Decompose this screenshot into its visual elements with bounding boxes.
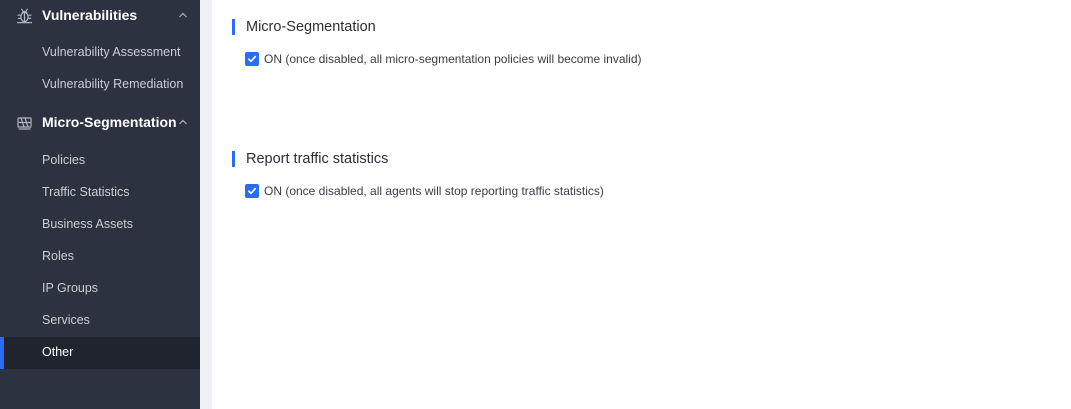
checkbox-label: ON (once disabled, all micro-segmentatio… [264, 52, 642, 66]
sidebar-item-label: Other [42, 345, 74, 359]
checkbox-checked[interactable] [245, 184, 259, 198]
sidebar-item-roles[interactable]: Roles [0, 241, 200, 273]
sidebar-group-label: Micro-Segmentation [42, 114, 177, 130]
sidebar-item-traffic-statistics[interactable]: Traffic Statistics [0, 177, 200, 209]
check-icon [248, 187, 257, 195]
section-title: Report traffic statistics [232, 151, 388, 167]
sidebar-item-label: Business Assets [42, 217, 134, 231]
checkbox-checked[interactable] [245, 52, 259, 66]
chevron-up-icon[interactable] [177, 116, 189, 128]
sidebar-item-label: Policies [42, 153, 86, 167]
app-window: Vulnerabilities Vulnerability Assessment… [0, 0, 1071, 409]
active-indicator [0, 337, 4, 369]
sidebar: Vulnerabilities Vulnerability Assessment… [0, 0, 200, 409]
segmentation-icon [17, 117, 32, 130]
sidebar-item-policies[interactable]: Policies [0, 145, 200, 177]
sidebar-item-label: Traffic Statistics [42, 185, 130, 199]
sidebar-item-vulnerability-remediation[interactable]: Vulnerability Remediation [0, 69, 200, 101]
sidebar-item-label: Vulnerability Remediation [42, 77, 184, 91]
checkbox-label: ON (once disabled, all agents will stop … [264, 184, 604, 198]
report-traffic-statistics-toggle[interactable]: ON (once disabled, all agents will stop … [245, 183, 604, 199]
check-icon [248, 55, 257, 63]
main-content: Micro-Segmentation ON (once disabled, al… [212, 0, 1071, 409]
sidebar-item-other[interactable]: Other [0, 337, 200, 369]
bug-icon [16, 8, 33, 24]
micro-segmentation-toggle[interactable]: ON (once disabled, all micro-segmentatio… [245, 51, 642, 67]
sidebar-group-micro-segmentation[interactable]: Micro-Segmentation [0, 107, 200, 137]
sidebar-group-label: Vulnerabilities [42, 7, 138, 23]
sidebar-item-label: Services [42, 313, 90, 327]
sidebar-item-label: Roles [42, 249, 74, 263]
sidebar-item-services[interactable]: Services [0, 305, 200, 337]
chevron-up-icon[interactable] [177, 9, 189, 21]
section-title: Micro-Segmentation [232, 19, 376, 35]
sidebar-item-ip-groups[interactable]: IP Groups [0, 273, 200, 305]
sidebar-item-label: IP Groups [42, 281, 99, 295]
sidebar-group-vulnerabilities[interactable]: Vulnerabilities [0, 0, 200, 30]
content-gutter [200, 0, 212, 409]
sidebar-item-label: Vulnerability Assessment [42, 45, 181, 59]
sidebar-item-business-assets[interactable]: Business Assets [0, 209, 200, 241]
sidebar-item-vulnerability-assessment[interactable]: Vulnerability Assessment [0, 37, 200, 69]
